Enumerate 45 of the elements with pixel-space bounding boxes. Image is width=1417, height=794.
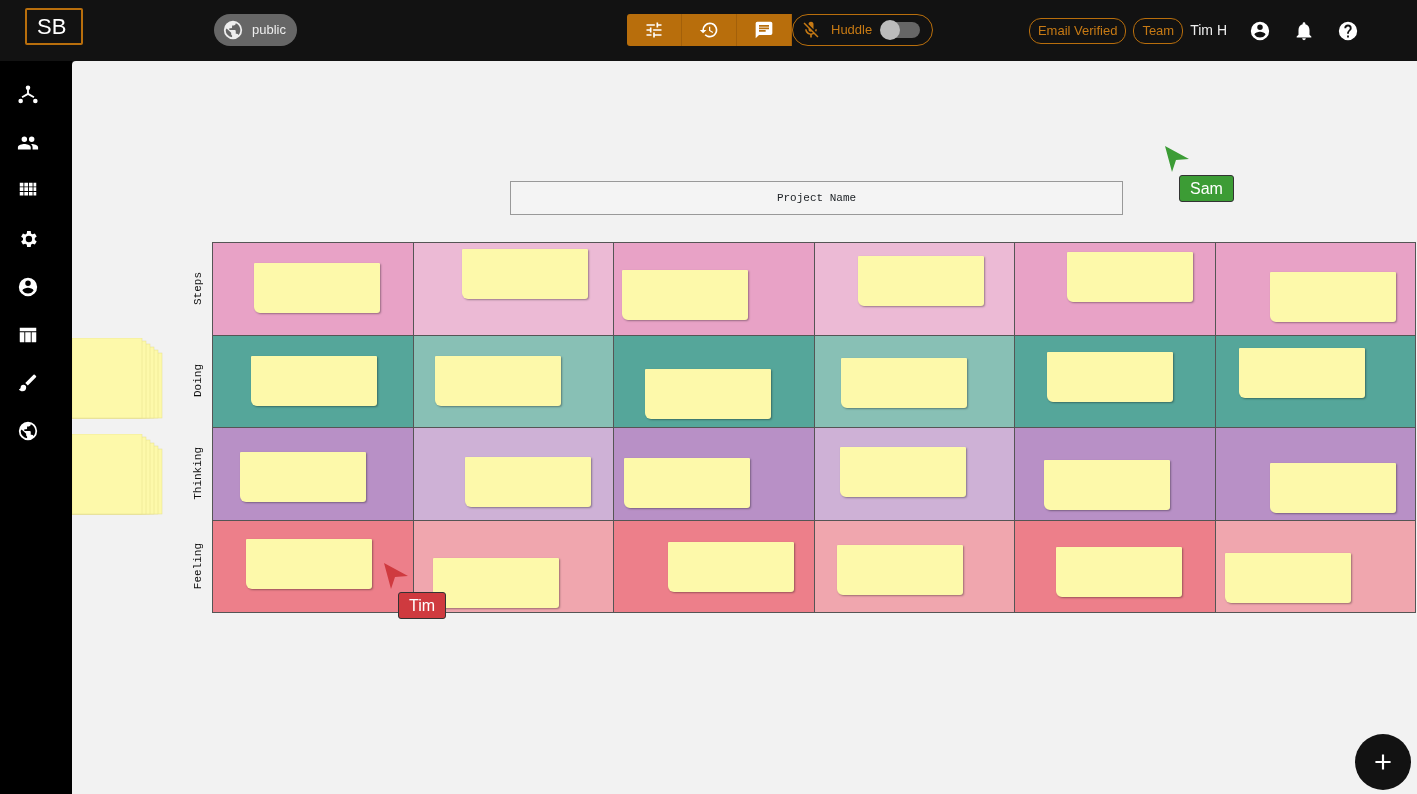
help-icon [1337, 19, 1359, 42]
history-icon [699, 20, 719, 40]
chat-icon [754, 20, 774, 40]
sticky-note[interactable] [434, 355, 561, 406]
history-button[interactable] [682, 14, 737, 46]
help-button[interactable] [1337, 19, 1359, 42]
account-icon [1249, 19, 1271, 42]
sticky-note[interactable] [1047, 351, 1173, 402]
status-badge[interactable]: Team [1133, 18, 1184, 44]
user-name: Tim H [1190, 21, 1227, 41]
cursor-name-tag: Tim [398, 592, 447, 619]
sticky-note[interactable] [840, 357, 967, 408]
hub-button[interactable] [17, 84, 39, 106]
row-label: Feeling [191, 542, 206, 589]
globe-icon [17, 420, 39, 442]
sticky-note[interactable] [1238, 347, 1365, 398]
muted-microphone-icon [801, 20, 821, 40]
sticky-note[interactable] [1056, 546, 1182, 597]
sticky-note[interactable] [1224, 552, 1351, 603]
globe-icon [222, 19, 244, 41]
sliders-icon [644, 20, 664, 40]
brush-button[interactable] [17, 372, 39, 394]
add-button[interactable] [1355, 734, 1411, 790]
row-label: Doing [191, 364, 206, 398]
hub-icon [17, 84, 39, 106]
row-label: Steps [191, 271, 206, 305]
sticky-note[interactable] [251, 355, 377, 406]
sticky-note[interactable] [246, 538, 372, 589]
account-button[interactable] [1249, 19, 1271, 42]
status-badge[interactable]: Email Verified [1028, 18, 1127, 44]
sticky-note[interactable] [645, 368, 771, 419]
account-button[interactable] [17, 276, 39, 298]
sticky-note[interactable] [836, 544, 963, 595]
brush-icon [17, 372, 39, 394]
cursor-name-tag: Sam [1179, 175, 1234, 202]
logo[interactable]: SB [25, 8, 83, 45]
account-icon [17, 276, 39, 298]
visibility-button[interactable]: public [214, 14, 297, 46]
row-label: Thinking [191, 446, 206, 500]
chat-button[interactable] [737, 14, 792, 46]
project-name-field[interactable]: Project Name [510, 181, 1123, 215]
sticky-note[interactable] [432, 557, 559, 608]
globe-button[interactable] [17, 420, 39, 442]
huddle-toggle[interactable] [882, 22, 921, 38]
sticky-note[interactable] [668, 541, 794, 592]
